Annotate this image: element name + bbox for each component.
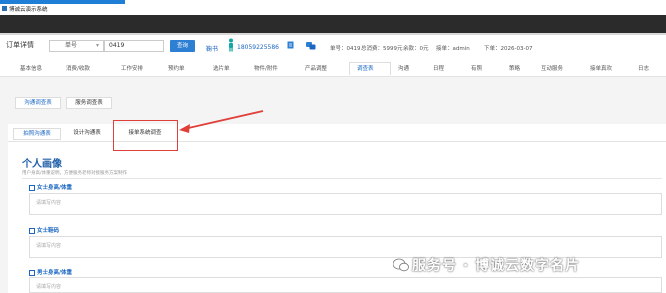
annotation-highlight-box xyxy=(113,120,178,151)
header-band xyxy=(0,15,666,33)
total-spend-info: 总消费：5999元 xyxy=(361,46,403,52)
tab-product-adjust[interactable]: 产品调整 xyxy=(305,64,327,72)
section-title: 个人画像 xyxy=(22,159,62,170)
watermark-text: 服务号 · 博诚云数字名片 xyxy=(412,258,581,274)
checkbox-icon xyxy=(29,184,35,191)
edit-document-icon[interactable] xyxy=(287,41,295,49)
tab-order-preference[interactable]: 接单真欢 xyxy=(590,64,612,72)
tab-attachments[interactable]: 物件/附件 xyxy=(254,64,278,72)
order-date-info: 下单：2026-03-07 xyxy=(484,46,533,52)
section-divider xyxy=(22,178,662,179)
tab-survey[interactable]: 调查表 xyxy=(357,64,374,72)
receiver-info: 接单：admin xyxy=(436,46,470,52)
customer-name-link[interactable]: 鞠书 xyxy=(206,44,218,53)
chevron-down-icon: ▾ xyxy=(95,42,99,49)
tab-basic-info[interactable]: 基本信息 xyxy=(20,64,42,72)
window-title: 博诚云演示系统 xyxy=(9,7,48,13)
tab-logs[interactable]: 日志 xyxy=(638,64,649,72)
question-label-text: 男士身高/体重 xyxy=(37,270,73,276)
tab-interactive-service[interactable]: 互动服务 xyxy=(541,64,563,72)
tab-design-communication[interactable]: 设计沟通表 xyxy=(64,128,110,140)
panel-tabs-divider xyxy=(8,141,666,142)
question-label-text: 女士身高/体重 xyxy=(37,185,73,191)
section-subtitle: 用户身高/体重说明，方便服务老师对接服务方案制作 xyxy=(22,171,128,176)
subtab-communication-survey[interactable]: 沟通调查表 xyxy=(15,97,61,109)
app-logo-icon xyxy=(2,6,7,11)
query-button[interactable]: 查询 xyxy=(170,40,195,52)
header-separator xyxy=(0,33,666,35)
order-detail-label: 订单详情 xyxy=(6,41,34,49)
window-titlebar: 博诚云演示系统 xyxy=(0,4,666,15)
chat-icon[interactable] xyxy=(306,42,316,50)
checkbox-icon xyxy=(29,227,35,234)
subtab-service-survey[interactable]: 服务调查表 xyxy=(66,97,112,109)
checkbox-icon xyxy=(29,269,35,276)
tab-photos[interactable]: 有照 xyxy=(471,64,482,72)
order-number-input[interactable]: 0419 xyxy=(104,40,164,52)
tab-appointments[interactable]: 预约单 xyxy=(168,64,185,72)
tab-communication[interactable]: 沟通 xyxy=(398,64,409,72)
tab-payments[interactable]: 消费/收款 xyxy=(66,64,90,72)
tab-photo-selection[interactable]: 选片单 xyxy=(213,64,230,72)
question-label-text: 女士鞋码 xyxy=(37,228,60,234)
balance-info: 余款：0元 xyxy=(403,46,429,52)
search-type-value: 单号 xyxy=(65,42,78,49)
answer-textarea[interactable]: 请填写内容 xyxy=(29,193,662,215)
customer-phone[interactable]: 18059225586 xyxy=(237,44,279,51)
order-number-info: 单号：0419 xyxy=(330,46,361,52)
person-icon xyxy=(229,38,233,52)
tab-photo-communication[interactable]: 拍照沟通表 xyxy=(13,128,61,140)
search-type-select[interactable]: 单号 ▾ xyxy=(49,40,104,52)
tab-work-schedule[interactable]: 工作安排 xyxy=(121,64,143,72)
question-label: 女士身高/体重 xyxy=(29,183,72,191)
wechat-icon xyxy=(393,258,409,272)
tab-schedule[interactable]: 日程 xyxy=(433,64,444,72)
tab-strategy[interactable]: 策略 xyxy=(509,64,520,72)
answer-textarea[interactable]: 请填写内容 xyxy=(29,277,662,293)
question-label: 男士身高/体重 xyxy=(29,268,72,276)
question-label: 女士鞋码 xyxy=(29,226,59,234)
